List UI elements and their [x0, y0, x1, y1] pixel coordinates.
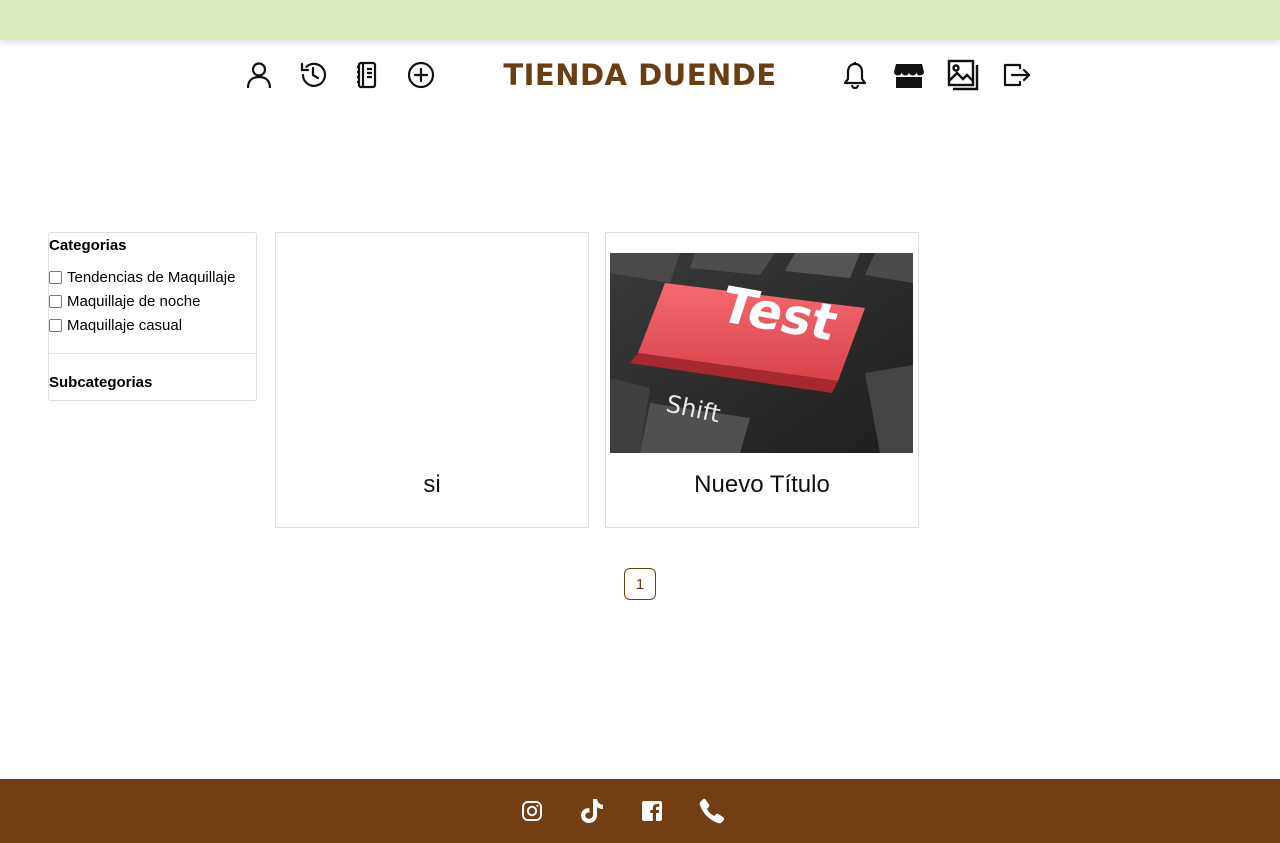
- categories-title: Categorias: [49, 237, 127, 254]
- category-label: Tendencias de Maquillaje: [67, 269, 236, 286]
- images-icon[interactable]: [946, 58, 980, 92]
- user-icon[interactable]: [242, 58, 276, 92]
- bell-icon[interactable]: [838, 58, 872, 92]
- plus-circle-icon[interactable]: [404, 58, 438, 92]
- pagination-page-button[interactable]: 1: [624, 568, 656, 600]
- logout-icon[interactable]: [1000, 58, 1034, 92]
- instagram-icon[interactable]: [515, 794, 549, 828]
- product-card[interactable]: si: [275, 232, 589, 528]
- card-title[interactable]: Nuevo Título: [606, 471, 918, 499]
- product-card[interactable]: Test Shift Nuevo Título: [605, 232, 919, 528]
- shop-icon[interactable]: [892, 58, 926, 92]
- journal-icon[interactable]: [350, 58, 384, 92]
- facebook-icon[interactable]: [635, 794, 669, 828]
- category-checkbox[interactable]: [49, 319, 62, 332]
- category-label: Maquillaje casual: [67, 317, 183, 334]
- category-option-casual[interactable]: Maquillaje casual: [49, 317, 182, 334]
- history-icon[interactable]: [296, 58, 330, 92]
- category-option-noche[interactable]: Maquillaje de noche: [49, 293, 200, 310]
- category-option-tendencias[interactable]: Tendencias de Maquillaje: [49, 269, 235, 286]
- brand-title[interactable]: TIENDA DUENDE: [500, 58, 780, 92]
- phone-icon[interactable]: [695, 794, 729, 828]
- tiktok-icon[interactable]: [575, 794, 609, 828]
- filter-divider: [49, 353, 256, 354]
- category-checkbox[interactable]: [49, 295, 62, 308]
- category-checkbox[interactable]: [49, 271, 62, 284]
- filter-panel: Categorias Tendencias de Maquillaje Maqu…: [48, 232, 257, 401]
- top-banner: [0, 0, 1280, 40]
- footer: [0, 779, 1280, 843]
- subcategories-title: Subcategorias: [49, 374, 153, 391]
- card-title[interactable]: si: [276, 471, 588, 499]
- category-label: Maquillaje de noche: [67, 293, 201, 310]
